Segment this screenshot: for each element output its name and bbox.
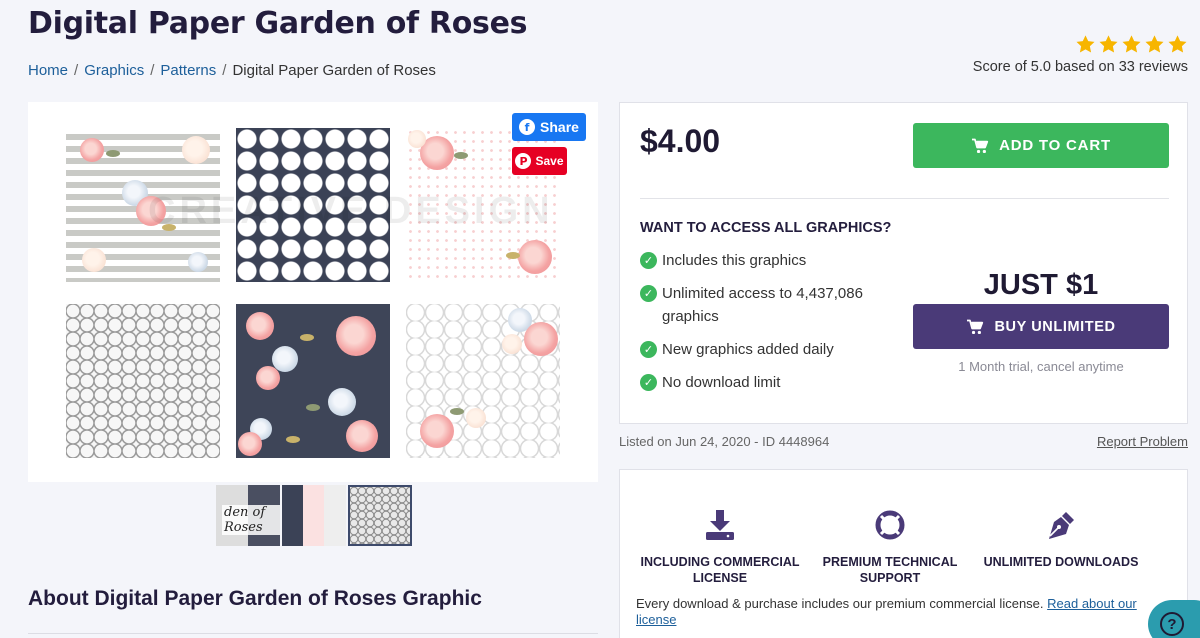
breadcrumb-patterns-link[interactable]: Patterns	[160, 62, 216, 79]
feature-item: ✓ New graphics added daily	[640, 338, 900, 361]
divider	[28, 633, 598, 634]
benefits-panel: INCLUDING COMMERCIAL LICENSE PREMIUM TEC…	[619, 469, 1188, 638]
lifebuoy-icon	[875, 510, 905, 540]
check-icon: ✓	[640, 285, 657, 302]
facebook-share-button[interactable]: f Share	[512, 113, 586, 141]
buy-unlimited-button[interactable]: BUY UNLIMITED	[913, 304, 1169, 349]
check-icon: ✓	[640, 341, 657, 358]
thumbnail[interactable]	[282, 485, 346, 546]
add-to-cart-label: ADD TO CART	[999, 137, 1111, 154]
thumbnail[interactable]: den of Roses	[216, 485, 280, 546]
benefit-label: INCLUDING COMMERCIAL LICENSE	[640, 555, 800, 585]
add-to-cart-button[interactable]: ADD TO CART	[913, 123, 1169, 168]
check-icon: ✓	[640, 252, 657, 269]
feature-label: New graphics added daily	[662, 341, 834, 358]
purchase-panel: $4.00 ADD TO CART WANT TO ACCESS ALL GRA…	[619, 102, 1188, 424]
pinterest-save-button[interactable]: P Save	[512, 147, 567, 175]
rating: Score of 5.0 based on 33 reviews	[973, 34, 1188, 75]
pen-nib-icon	[1049, 512, 1074, 539]
cart-icon	[967, 319, 984, 334]
listing-info: Listed on Jun 24, 2020 - ID 4448964	[619, 434, 830, 449]
breadcrumb-separator: /	[222, 62, 227, 79]
check-icon: ✓	[640, 374, 657, 391]
breadcrumb-current: Digital Paper Garden of Roses	[232, 62, 436, 79]
watermark: CREATIVE DESIGN	[148, 190, 554, 232]
pattern-white-rings-roses	[406, 304, 560, 458]
divider	[640, 198, 1169, 199]
thumbnail-strip: den of Roses	[216, 485, 412, 546]
feature-list: ✓ Includes this graphics ✓ Unlimited acces…	[640, 249, 900, 404]
breadcrumb-graphics-link[interactable]: Graphics	[84, 62, 144, 79]
pattern-navy-roses	[236, 304, 390, 458]
about-heading: About Digital Paper Garden of Roses Grap…	[28, 587, 482, 610]
feature-label: Unlimited access to 4,437,086 graphics	[662, 285, 863, 325]
benefit-technical-support: PREMIUM TECHNICAL SUPPORT	[800, 508, 980, 586]
feature-item: ✓ No download limit	[640, 371, 900, 394]
save-label: Save	[535, 154, 564, 168]
feature-item: ✓ Unlimited access to 4,437,086 graphics	[640, 282, 900, 328]
cart-icon	[972, 138, 989, 153]
star-icon	[1099, 35, 1118, 53]
share-label: Share	[540, 119, 579, 135]
facebook-icon: f	[519, 119, 536, 135]
breadcrumb-separator: /	[150, 62, 155, 79]
benefit-unlimited-downloads: UNLIMITED DOWNLOADS	[971, 508, 1151, 570]
pattern-grey-rings	[66, 304, 220, 458]
license-description: Every download & purchase includes our p…	[636, 596, 1044, 611]
report-problem-link[interactable]: Report Problem	[1097, 434, 1188, 449]
price: $4.00	[640, 123, 721, 159]
feature-label: Includes this graphics	[662, 252, 807, 269]
star-icon	[1168, 35, 1187, 53]
help-icon: ?	[1160, 612, 1184, 636]
star-icon	[1122, 35, 1141, 53]
rating-score: Score of 5.0 based on 33 reviews	[972, 59, 1188, 75]
thumbnail-label: den of Roses	[222, 505, 280, 535]
benefit-label: UNLIMITED DOWNLOADS	[983, 555, 1139, 569]
star-icon	[1076, 35, 1095, 53]
pinterest-icon: P	[515, 153, 532, 169]
page-title: Digital Paper Garden of Roses	[28, 6, 528, 41]
star-icon	[1145, 35, 1164, 53]
download-icon	[706, 510, 734, 540]
benefit-commercial-license: INCLUDING COMMERCIAL LICENSE	[630, 508, 810, 586]
help-button[interactable]: ?	[1148, 600, 1200, 638]
breadcrumb-separator: /	[74, 62, 79, 79]
feature-item: ✓ Includes this graphics	[640, 249, 900, 272]
feature-label: No download limit	[662, 374, 781, 391]
buy-unlimited-label: BUY UNLIMITED	[994, 318, 1116, 335]
breadcrumb-home-link[interactable]: Home	[28, 62, 68, 79]
access-heading: WANT TO ACCESS ALL GRAPHICS?	[640, 220, 892, 236]
license-text: Every download & purchase includes our p…	[636, 596, 1166, 628]
benefit-label: PREMIUM TECHNICAL SUPPORT	[822, 555, 958, 585]
thumbnail-selected[interactable]	[348, 485, 412, 546]
unlimited-price: JUST $1	[983, 269, 1099, 301]
trial-note: 1 Month trial, cancel anytime	[958, 359, 1124, 374]
star-rating[interactable]	[973, 34, 1188, 55]
breadcrumb: Home / Graphics / Patterns / Digital Pap…	[28, 62, 436, 79]
